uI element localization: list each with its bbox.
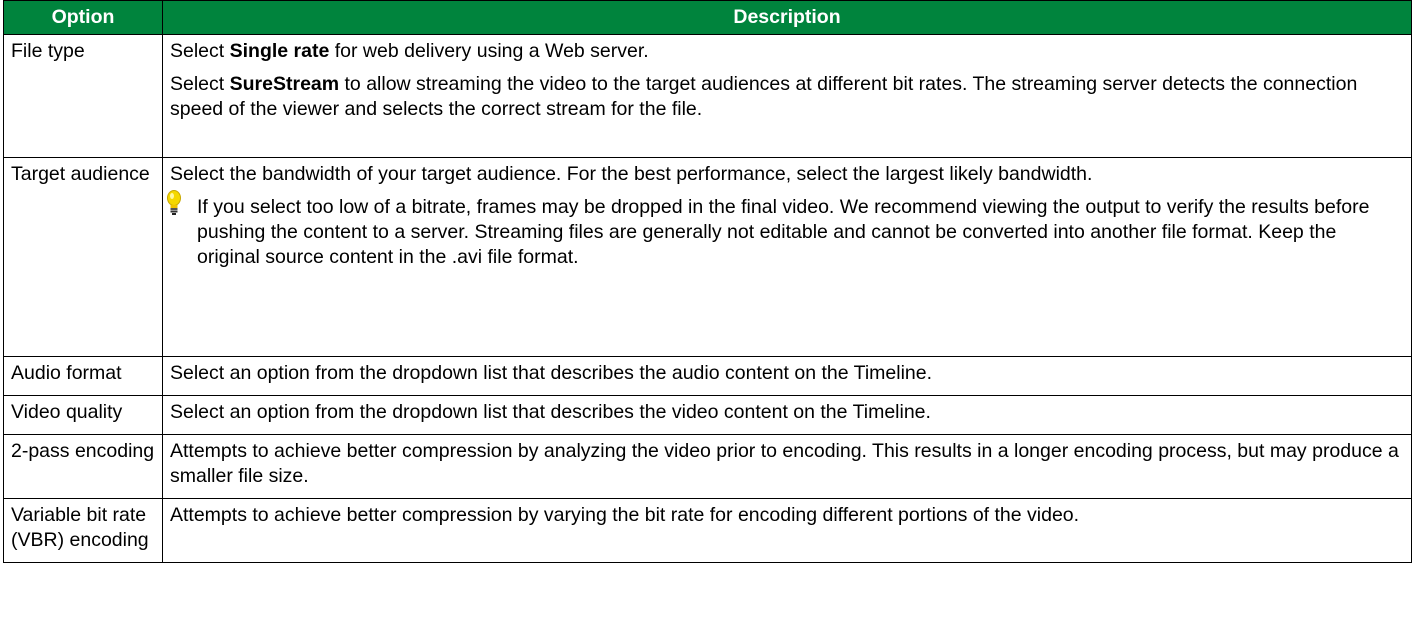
- bold-term: SureStream: [229, 73, 340, 95]
- description-cell: Select the bandwidth of your target audi…: [162, 157, 1412, 357]
- option-cell: 2-pass encoding: [3, 434, 163, 499]
- options-table-container: Option Description File type Select Sing…: [3, 0, 1413, 563]
- column-header-option: Option: [3, 0, 163, 35]
- table-header-row: Option Description: [3, 0, 1412, 35]
- description-paragraph: Select SureStream to allow streaming the…: [170, 73, 1358, 120]
- tip-text: If you select too low of a bitrate, fram…: [197, 196, 1370, 268]
- table-row: Audio format Select an option from the d…: [3, 356, 1412, 396]
- table-row: Variable bit rate (VBR) encoding Attempt…: [3, 498, 1412, 563]
- description-cell: Select an option from the dropdown list …: [162, 356, 1412, 396]
- option-cell: Target audience: [3, 157, 163, 357]
- description-paragraph: Select the bandwidth of your target audi…: [170, 163, 1093, 185]
- table-row: 2-pass encoding Attempts to achieve bett…: [3, 434, 1412, 499]
- description-cell: Attempts to achieve better compression b…: [162, 498, 1412, 563]
- option-cell: Video quality: [3, 395, 163, 435]
- column-header-description: Description: [162, 0, 1412, 35]
- description-paragraph: Select Single rate for web delivery usin…: [170, 40, 649, 62]
- options-table: Option Description File type Select Sing…: [3, 0, 1412, 563]
- tip-note: If you select too low of a bitrate, fram…: [167, 190, 1404, 270]
- option-cell: File type: [3, 34, 163, 158]
- description-cell: Select an option from the dropdown list …: [162, 395, 1412, 435]
- table-row: Video quality Select an option from the …: [3, 395, 1412, 435]
- bold-term: Single rate: [229, 40, 330, 62]
- table-row: File type Select Single rate for web del…: [3, 34, 1412, 158]
- option-cell: Variable bit rate (VBR) encoding: [3, 498, 163, 563]
- table-row: Target audience Select the bandwidth of …: [3, 157, 1412, 357]
- description-cell: Attempts to achieve better compression b…: [162, 434, 1412, 499]
- option-cell: Audio format: [3, 356, 163, 396]
- description-cell: Select Single rate for web delivery usin…: [162, 34, 1412, 158]
- lightbulb-icon: [167, 190, 181, 215]
